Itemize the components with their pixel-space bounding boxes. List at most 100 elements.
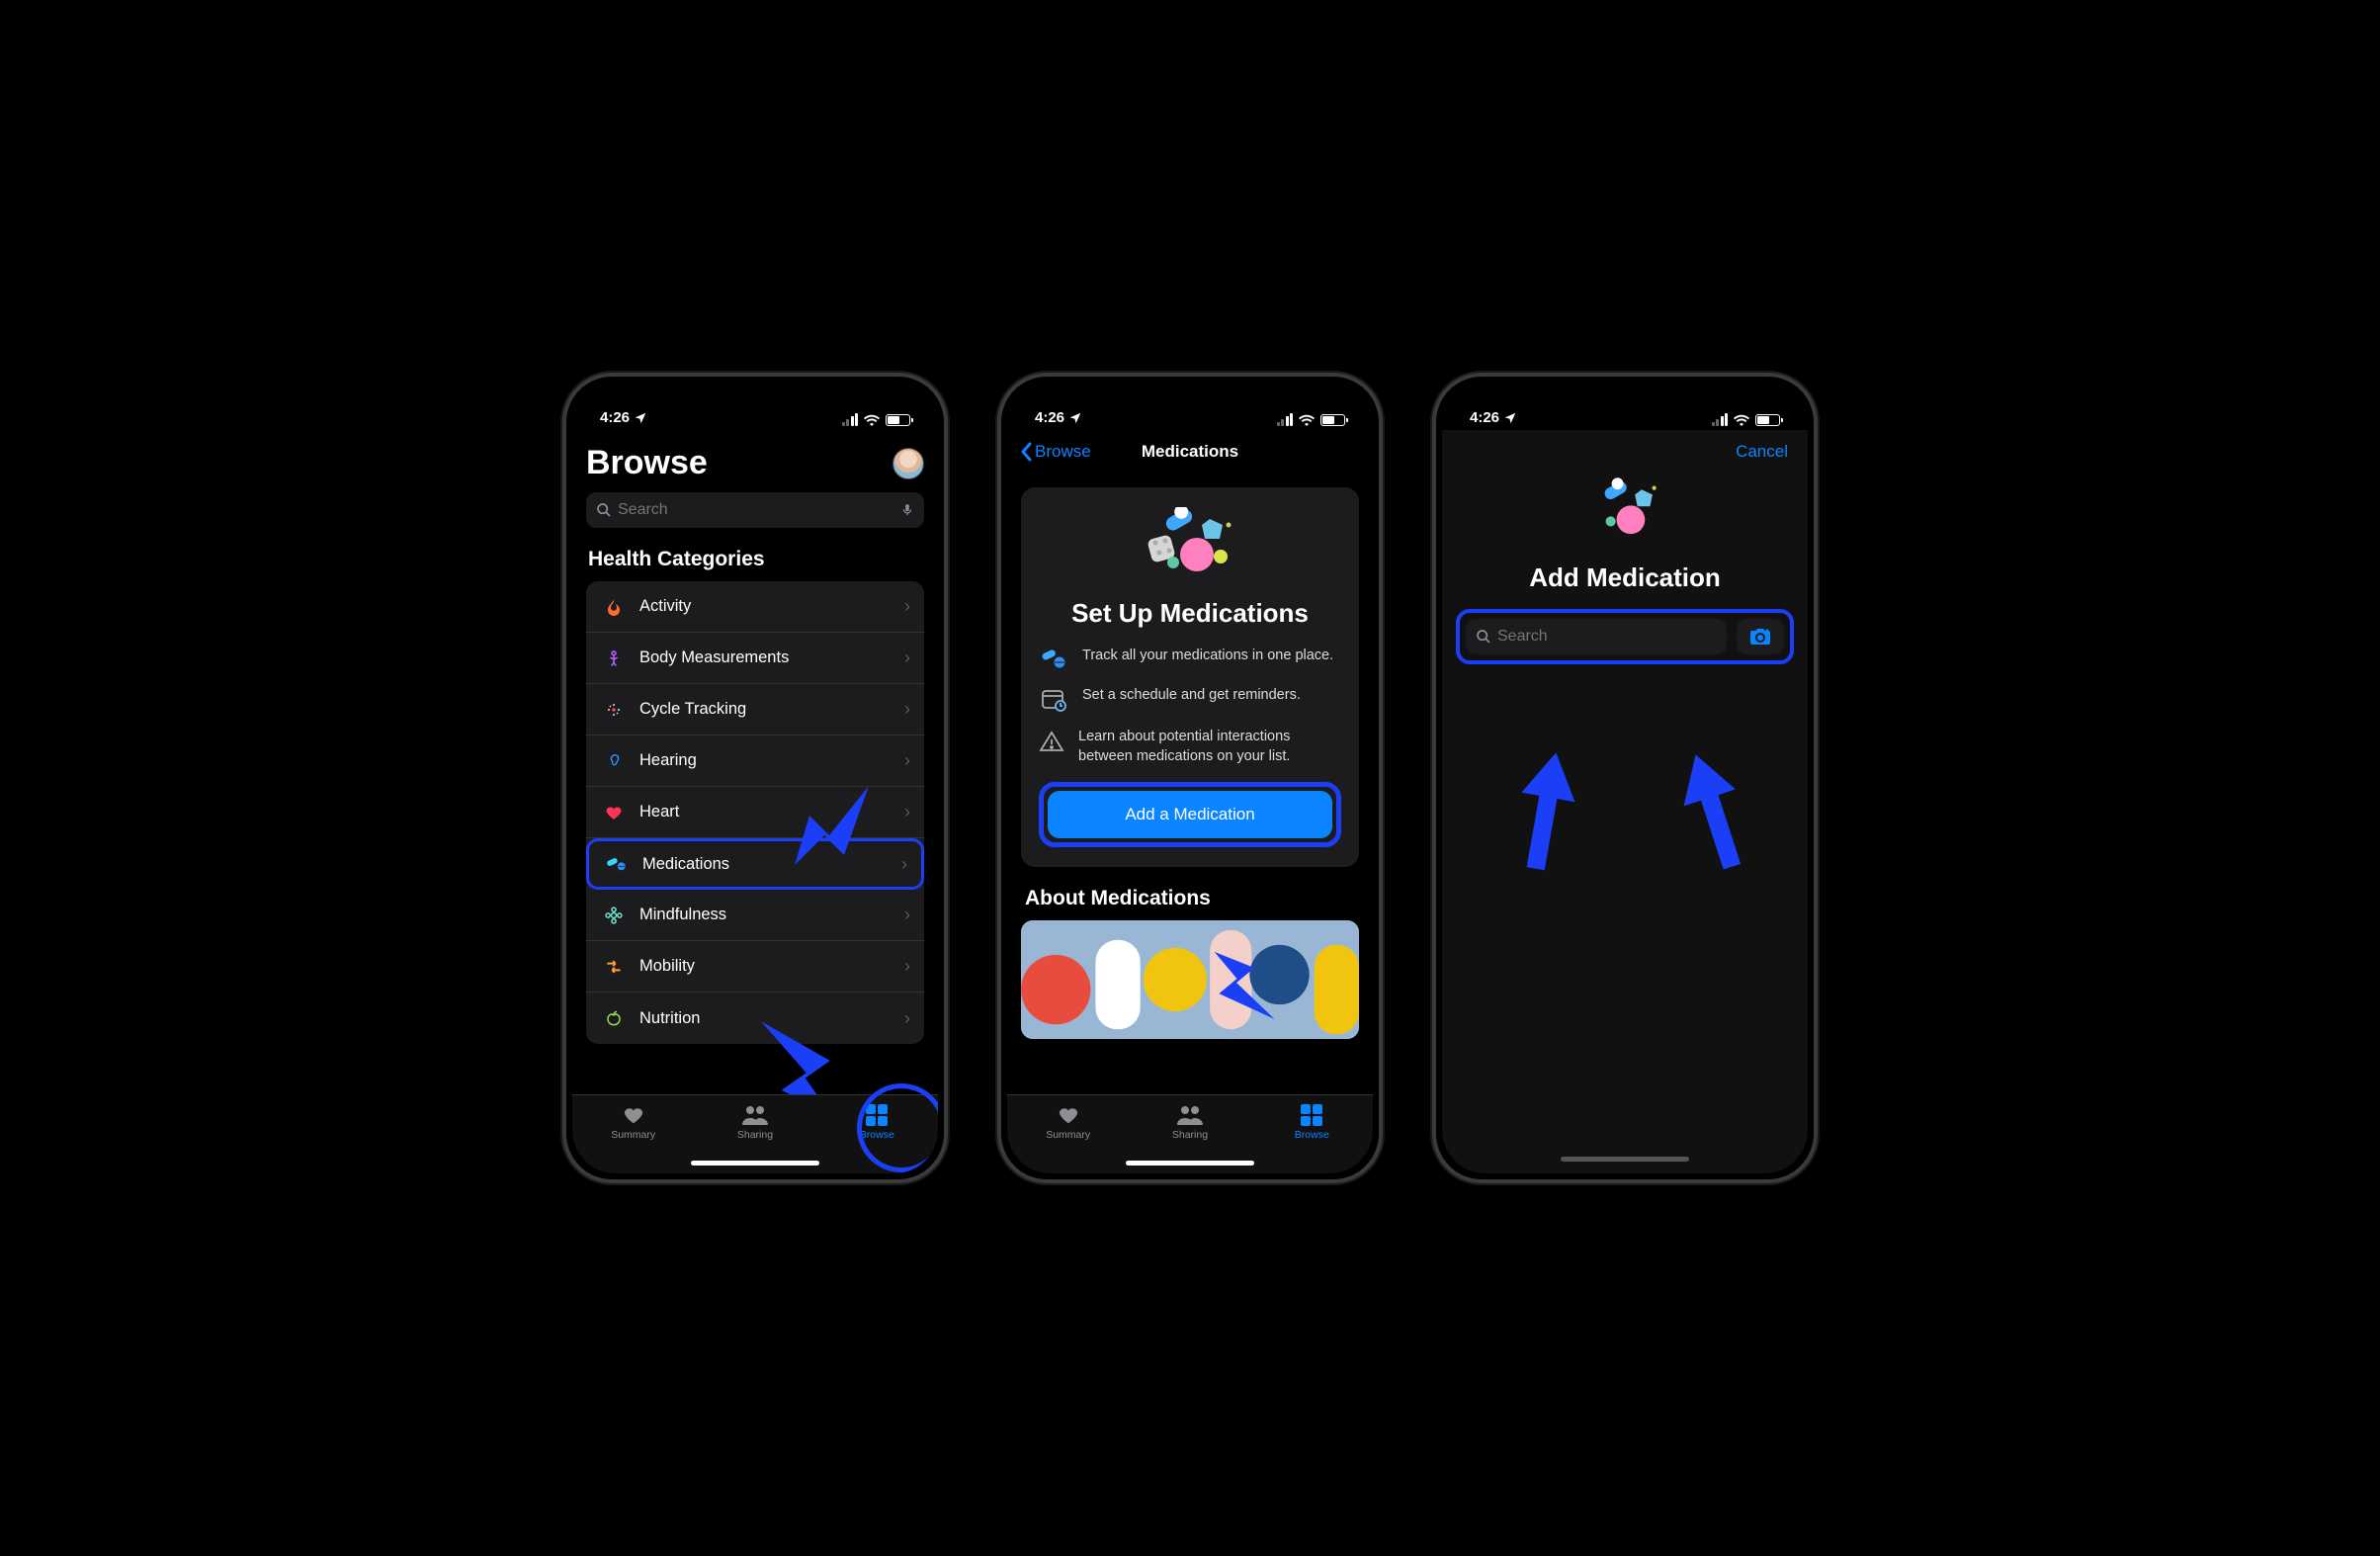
tab-summary[interactable]: Summary [599, 1103, 668, 1173]
feature-interactions: Learn about potential interactions betwe… [1039, 728, 1341, 766]
phone-medications: 4:26 Browse Medications [997, 373, 1383, 1183]
signal-icon [842, 413, 859, 426]
chevron-left-icon [1021, 442, 1033, 462]
row-label: Activity [639, 597, 904, 616]
calendar-icon [1039, 686, 1068, 712]
row-nutrition[interactable]: Nutrition › [586, 993, 924, 1044]
chevron-right-icon: › [904, 956, 910, 977]
row-label: Heart [639, 803, 904, 821]
signal-icon [1277, 413, 1294, 426]
annotation-highlight: Add a Medication [1039, 782, 1341, 847]
wifi-icon [1734, 414, 1749, 426]
tab-browse[interactable]: Browse [1277, 1103, 1346, 1173]
search-input[interactable] [586, 492, 924, 528]
status-bar: 4:26 [572, 383, 938, 430]
people-icon [741, 1103, 769, 1127]
tab-label: Sharing [1172, 1129, 1208, 1141]
row-label: Mindfulness [639, 906, 904, 924]
status-bar: 4:26 [1007, 383, 1373, 430]
back-label: Browse [1035, 442, 1091, 462]
status-bar: 4:26 [1442, 383, 1808, 430]
feature-track: Track all your medications in one place. [1039, 647, 1341, 670]
tab-label: Summary [611, 1129, 655, 1141]
page-title: Browse [586, 444, 708, 482]
feature-text: Track all your medications in one place. [1082, 647, 1333, 666]
heart-icon [1057, 1103, 1080, 1127]
heart-icon [600, 804, 628, 821]
camera-icon [1748, 627, 1772, 647]
row-label: Cycle Tracking [639, 700, 904, 719]
section-title: About Medications [1025, 887, 1355, 910]
feature-schedule: Set a schedule and get reminders. [1039, 686, 1341, 712]
row-label: Medications [642, 855, 901, 874]
grid-icon [1301, 1103, 1322, 1127]
row-mindfulness[interactable]: Mindfulness › [586, 890, 924, 941]
tab-bar: Summary Sharing Browse [572, 1094, 938, 1173]
tab-label: Summary [1046, 1129, 1090, 1141]
battery-icon [1755, 414, 1780, 426]
row-medications[interactable]: Medications › [586, 838, 924, 890]
warning-icon [1039, 728, 1064, 753]
cancel-button[interactable]: Cancel [1736, 442, 1788, 462]
pills-icon [603, 855, 631, 873]
row-label: Body Measurements [639, 648, 904, 667]
wifi-icon [1299, 414, 1315, 426]
search-field[interactable] [1497, 628, 1717, 646]
tab-bar: Summary Sharing Browse [1007, 1094, 1373, 1173]
person-icon [600, 648, 628, 668]
grid-icon [866, 1103, 888, 1127]
feature-text: Set a schedule and get reminders. [1082, 686, 1301, 706]
microphone-icon[interactable] [900, 501, 914, 519]
search-field[interactable] [618, 501, 894, 519]
row-hearing[interactable]: Hearing › [586, 735, 924, 787]
row-label: Hearing [639, 751, 904, 770]
pills-icon [1039, 647, 1068, 670]
about-image [1021, 920, 1359, 1039]
chevron-right-icon: › [904, 648, 910, 668]
row-activity[interactable]: Activity › [586, 581, 924, 633]
ear-icon [600, 751, 628, 771]
tab-summary[interactable]: Summary [1034, 1103, 1103, 1173]
row-cycle-tracking[interactable]: Cycle Tracking › [586, 684, 924, 735]
row-heart[interactable]: Heart › [586, 787, 924, 838]
chevron-right-icon: › [904, 802, 910, 822]
row-label: Mobility [639, 957, 904, 976]
back-button[interactable]: Browse [1021, 442, 1091, 462]
annotation-highlight [1456, 609, 1794, 664]
tab-browse[interactable]: Browse [842, 1103, 911, 1173]
camera-button[interactable] [1737, 619, 1784, 654]
home-indicator [1561, 1157, 1689, 1162]
setup-card: Set Up Medications Track all your medica… [1021, 487, 1359, 867]
phone-add-medication: 4:26 Cancel [1432, 373, 1818, 1183]
tab-label: Browse [1295, 1129, 1329, 1141]
chevron-right-icon: › [904, 905, 910, 925]
annotation-arrow [1659, 736, 1768, 885]
row-mobility[interactable]: Mobility › [586, 941, 924, 993]
signal-icon [1712, 413, 1729, 426]
apple-icon [600, 1008, 628, 1028]
heart-icon [622, 1103, 645, 1127]
search-icon [596, 502, 612, 518]
tab-label: Sharing [737, 1129, 773, 1141]
people-icon [1176, 1103, 1204, 1127]
phone-browse: 4:26 Browse Health Categories [562, 373, 948, 1183]
location-icon [1503, 411, 1517, 425]
status-time: 4:26 [600, 409, 630, 426]
search-input[interactable] [1466, 619, 1727, 654]
chevron-right-icon: › [904, 596, 910, 617]
wifi-icon [864, 414, 880, 426]
location-icon [634, 411, 647, 425]
profile-avatar[interactable] [892, 448, 924, 479]
arrows-icon [600, 957, 628, 977]
feature-text: Learn about potential interactions betwe… [1078, 728, 1341, 766]
annotation-arrow [1491, 736, 1600, 885]
home-indicator [1126, 1161, 1254, 1166]
nav-bar: Browse Medications [1007, 430, 1373, 474]
cycle-icon [600, 700, 628, 720]
pills-illustration [1039, 507, 1341, 586]
row-label: Nutrition [639, 1009, 904, 1028]
row-body-measurements[interactable]: Body Measurements › [586, 633, 924, 684]
add-medication-button[interactable]: Add a Medication [1048, 791, 1332, 838]
flower-icon [600, 906, 628, 925]
search-icon [1476, 629, 1491, 645]
